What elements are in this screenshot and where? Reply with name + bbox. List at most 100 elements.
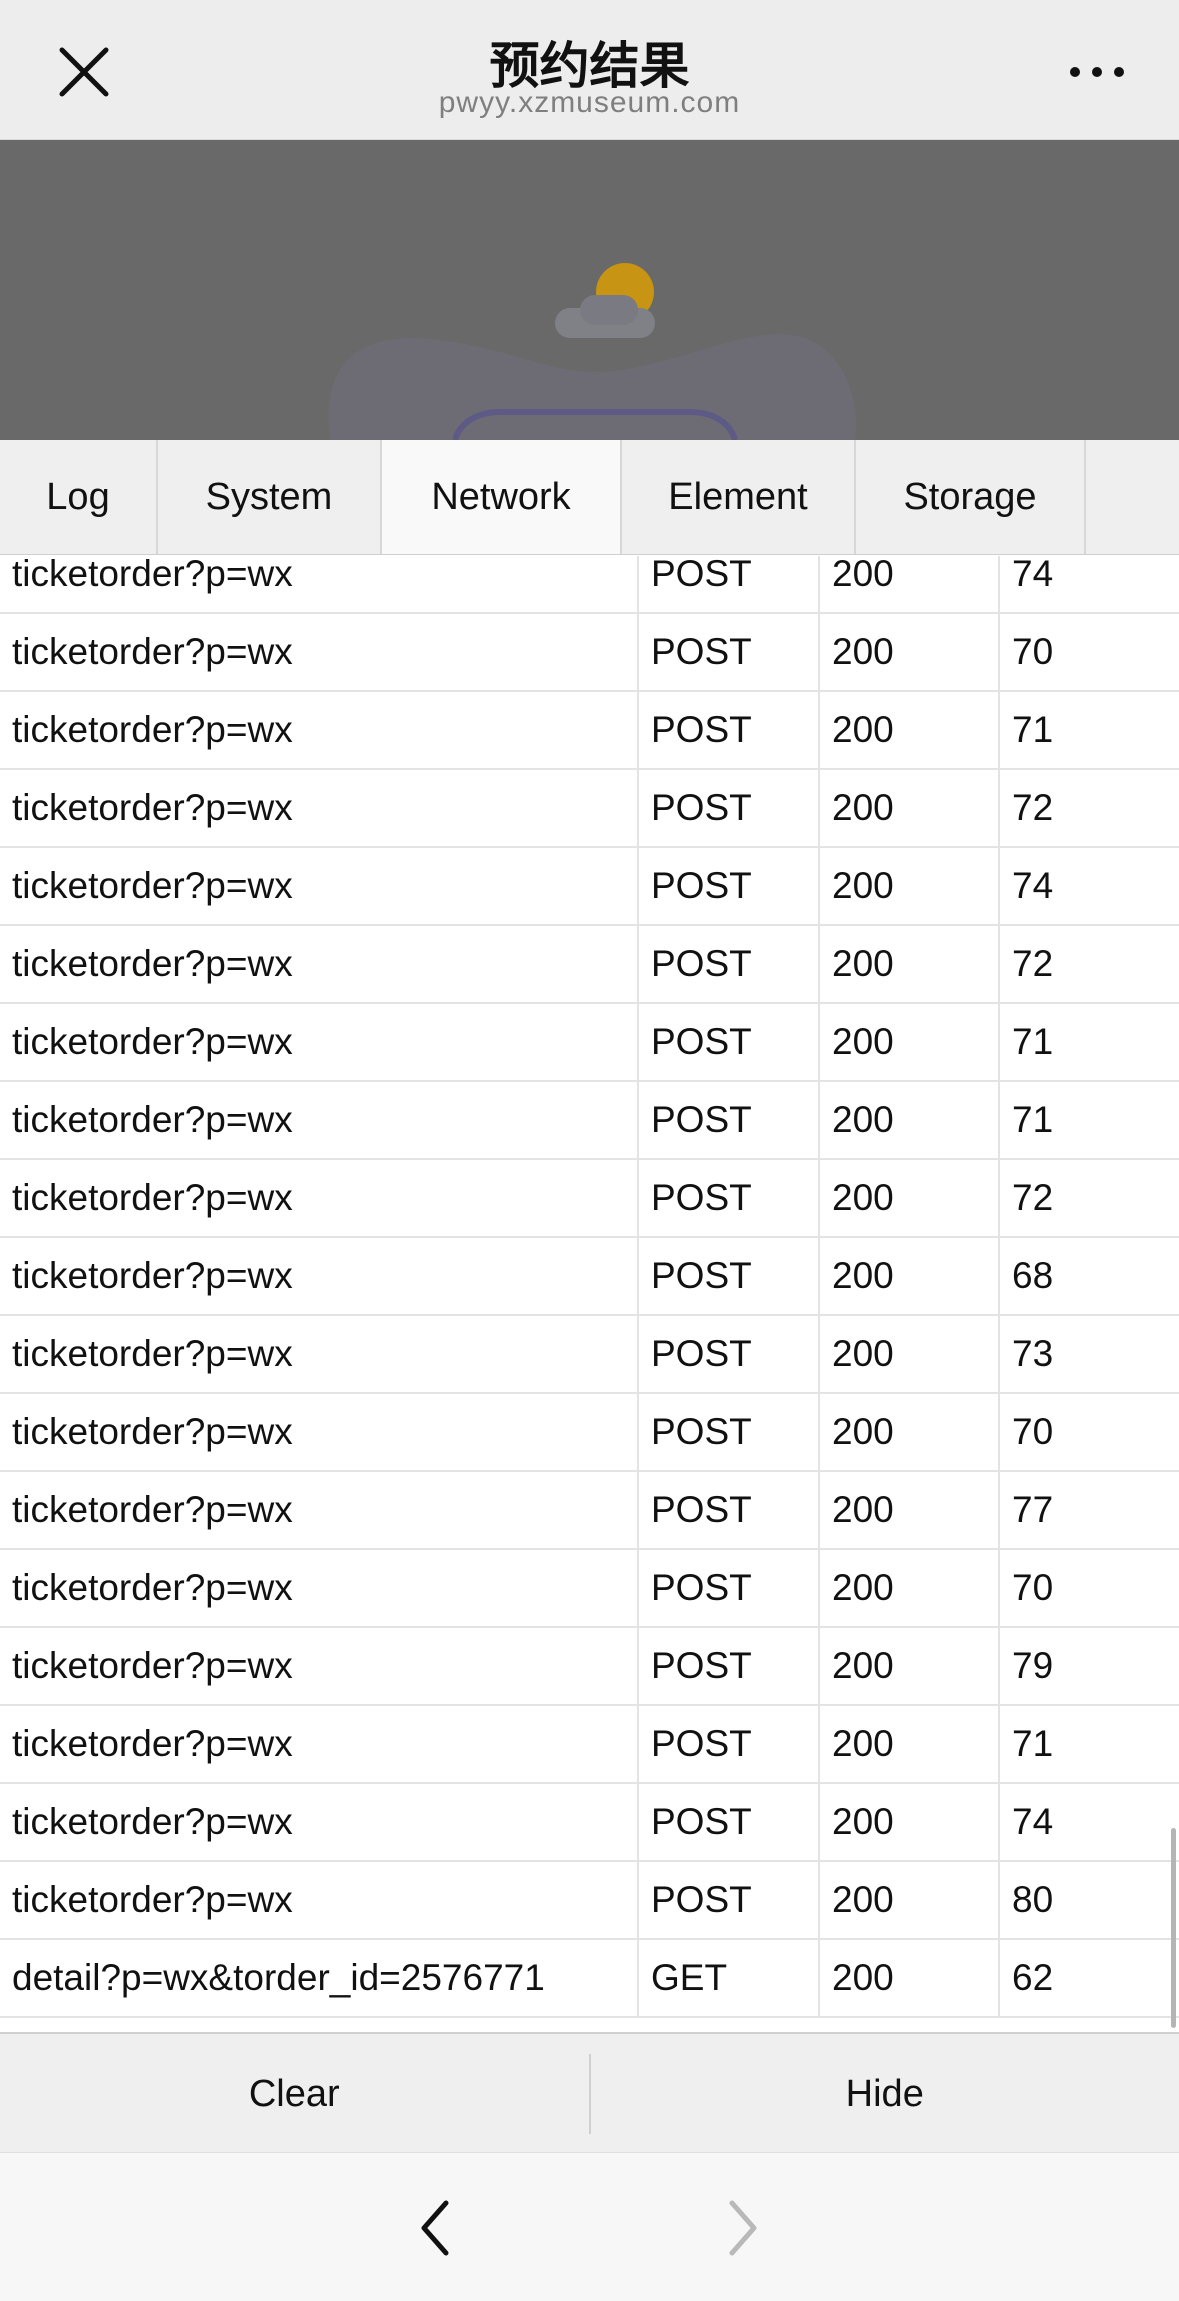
request-status-cell: 200 xyxy=(820,1160,1000,1236)
request-status-cell: 200 xyxy=(820,848,1000,924)
table-row[interactable]: ticketorder?p=wxPOST20074 xyxy=(0,1784,1179,1862)
weather-illustration xyxy=(0,140,1179,440)
request-name-cell: ticketorder?p=wx xyxy=(0,556,639,612)
request-method-cell: POST xyxy=(639,1238,820,1314)
table-row[interactable]: ticketorder?p=wxPOST20072 xyxy=(0,926,1179,1004)
table-row[interactable]: ticketorder?p=wxPOST20070 xyxy=(0,1394,1179,1472)
tab-network[interactable]: Network xyxy=(382,440,622,554)
request-method-cell: POST xyxy=(639,1862,820,1938)
request-method-cell: POST xyxy=(639,1394,820,1470)
table-row[interactable]: ticketorder?p=wxPOST20070 xyxy=(0,1550,1179,1628)
request-name-cell: ticketorder?p=wx xyxy=(0,692,639,768)
request-status-cell: 200 xyxy=(820,556,1000,612)
request-time-cell: 74 xyxy=(1000,556,1179,612)
request-name-cell: ticketorder?p=wx xyxy=(0,1160,639,1236)
request-method-cell: POST xyxy=(639,692,820,768)
request-method-cell: POST xyxy=(639,1550,820,1626)
request-name-cell: ticketorder?p=wx xyxy=(0,926,639,1002)
clear-button[interactable]: Clear xyxy=(0,2034,589,2154)
request-method-cell: POST xyxy=(639,1628,820,1704)
browser-nav-bar xyxy=(0,2152,1179,2301)
request-time-cell: 72 xyxy=(1000,770,1179,846)
network-request-list[interactable]: ticketorder?p=wxPOST20074ticketorder?p=w… xyxy=(0,556,1179,2030)
table-row[interactable]: ticketorder?p=wxPOST20080 xyxy=(0,1862,1179,1940)
tab-storage[interactable]: Storage xyxy=(856,440,1086,554)
request-name-cell: ticketorder?p=wx xyxy=(0,1394,639,1470)
request-method-cell: POST xyxy=(639,1160,820,1236)
request-time-cell: 70 xyxy=(1000,1550,1179,1626)
table-row[interactable]: ticketorder?p=wxPOST20077 xyxy=(0,1472,1179,1550)
request-name-cell: ticketorder?p=wx xyxy=(0,1082,639,1158)
chevron-right-icon[interactable] xyxy=(722,2193,762,2263)
scrollbar[interactable] xyxy=(1171,1828,1176,2028)
table-row[interactable]: ticketorder?p=wxPOST20074 xyxy=(0,848,1179,926)
tab-system[interactable]: System xyxy=(158,440,382,554)
request-name-cell: ticketorder?p=wx xyxy=(0,1004,639,1080)
table-row[interactable]: ticketorder?p=wxPOST20068 xyxy=(0,1238,1179,1316)
request-status-cell: 200 xyxy=(820,614,1000,690)
request-status-cell: 200 xyxy=(820,1082,1000,1158)
request-name-cell: ticketorder?p=wx xyxy=(0,1628,639,1704)
request-time-cell: 71 xyxy=(1000,1706,1179,1782)
request-name-cell: ticketorder?p=wx xyxy=(0,770,639,846)
request-name-cell: ticketorder?p=wx xyxy=(0,614,639,690)
request-status-cell: 200 xyxy=(820,1550,1000,1626)
request-status-cell: 200 xyxy=(820,1628,1000,1704)
table-row[interactable]: ticketorder?p=wxPOST20070 xyxy=(0,614,1179,692)
table-row[interactable]: ticketorder?p=wxPOST20073 xyxy=(0,1316,1179,1394)
top-bar: 预约结果 pwyy.xzmuseum.com xyxy=(0,0,1179,140)
table-row[interactable]: ticketorder?p=wxPOST20071 xyxy=(0,1706,1179,1784)
request-name-cell: ticketorder?p=wx xyxy=(0,1706,639,1782)
table-row[interactable]: ticketorder?p=wxPOST20071 xyxy=(0,1004,1179,1082)
request-status-cell: 200 xyxy=(820,1706,1000,1782)
request-name-cell: ticketorder?p=wx xyxy=(0,1550,639,1626)
request-status-cell: 200 xyxy=(820,1862,1000,1938)
request-method-cell: POST xyxy=(639,614,820,690)
table-row[interactable]: ticketorder?p=wxPOST20071 xyxy=(0,1082,1179,1160)
request-time-cell: 77 xyxy=(1000,1472,1179,1548)
request-name-cell: detail?p=wx&torder_id=2576771 xyxy=(0,1940,639,2016)
request-time-cell: 62 xyxy=(1000,1940,1179,2016)
request-name-cell: ticketorder?p=wx xyxy=(0,1862,639,1938)
request-method-cell: POST xyxy=(639,1472,820,1548)
table-row[interactable]: ticketorder?p=wxPOST20071 xyxy=(0,692,1179,770)
request-status-cell: 200 xyxy=(820,1394,1000,1470)
request-method-cell: POST xyxy=(639,1004,820,1080)
table-row[interactable]: ticketorder?p=wxPOST20072 xyxy=(0,770,1179,848)
request-method-cell: POST xyxy=(639,848,820,924)
page-preview xyxy=(0,140,1179,440)
request-method-cell: GET xyxy=(639,1940,820,2016)
request-name-cell: ticketorder?p=wx xyxy=(0,1784,639,1860)
request-status-cell: 200 xyxy=(820,1316,1000,1392)
request-time-cell: 71 xyxy=(1000,1004,1179,1080)
table-row[interactable]: ticketorder?p=wxPOST20079 xyxy=(0,1628,1179,1706)
request-time-cell: 74 xyxy=(1000,848,1179,924)
hide-button[interactable]: Hide xyxy=(591,2034,1179,2154)
table-row[interactable]: ticketorder?p=wxPOST20074 xyxy=(0,556,1179,614)
chevron-left-icon[interactable] xyxy=(416,2193,456,2263)
request-status-cell: 200 xyxy=(820,692,1000,768)
request-time-cell: 72 xyxy=(1000,926,1179,1002)
tab-log[interactable]: Log xyxy=(0,440,158,554)
request-method-cell: POST xyxy=(639,1082,820,1158)
console-action-bar: Clear Hide xyxy=(0,2032,1179,2154)
request-name-cell: ticketorder?p=wx xyxy=(0,1472,639,1548)
table-row[interactable]: ticketorder?p=wxPOST20072 xyxy=(0,1160,1179,1238)
request-status-cell: 200 xyxy=(820,1472,1000,1548)
request-status-cell: 200 xyxy=(820,1940,1000,2016)
request-name-cell: ticketorder?p=wx xyxy=(0,1316,639,1392)
tab-element[interactable]: Element xyxy=(622,440,856,554)
more-icon[interactable] xyxy=(1067,52,1127,92)
request-time-cell: 70 xyxy=(1000,1394,1179,1470)
request-method-cell: POST xyxy=(639,556,820,612)
request-status-cell: 200 xyxy=(820,770,1000,846)
request-time-cell: 70 xyxy=(1000,614,1179,690)
request-time-cell: 74 xyxy=(1000,1784,1179,1860)
table-row[interactable]: detail?p=wx&torder_id=2576771GET20062 xyxy=(0,1940,1179,2018)
request-name-cell: ticketorder?p=wx xyxy=(0,1238,639,1314)
request-name-cell: ticketorder?p=wx xyxy=(0,848,639,924)
request-time-cell: 73 xyxy=(1000,1316,1179,1392)
request-method-cell: POST xyxy=(639,1706,820,1782)
devtools-tab-bar: Log System Network Element Storage xyxy=(0,440,1179,555)
request-time-cell: 80 xyxy=(1000,1862,1179,1938)
